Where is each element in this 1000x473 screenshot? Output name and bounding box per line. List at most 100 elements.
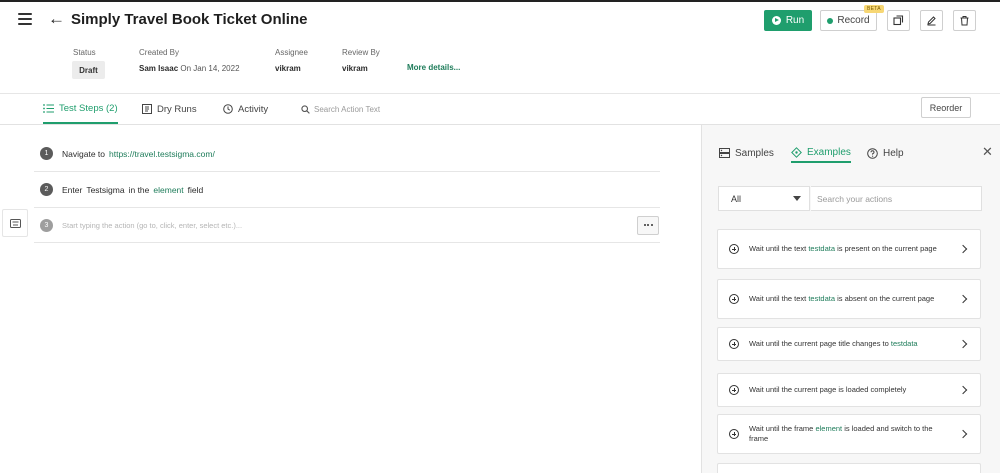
search-action-text[interactable]: Search Action Text (301, 94, 380, 124)
tab-dry-runs-label: Dry Runs (157, 103, 197, 115)
edit-button[interactable] (920, 10, 943, 31)
step-action: Enter (62, 184, 83, 195)
category-filter-value: All (731, 193, 742, 204)
chevron-right-icon (958, 429, 968, 439)
record-button[interactable]: Record (820, 10, 877, 31)
created-by-label: Created By (139, 48, 180, 57)
test-step[interactable]: 1 Navigate to https://travel.testsigma.c… (34, 136, 660, 172)
tab-examples-label: Examples (807, 146, 851, 158)
tab-help-label: Help (883, 147, 904, 159)
trash-icon (960, 16, 969, 26)
more-details-link[interactable]: More details... (407, 63, 460, 72)
test-step[interactable]: 2 Enter Testsigma in the element field (34, 172, 660, 208)
add-circle-icon (729, 339, 739, 349)
menu-icon[interactable] (18, 13, 32, 25)
record-label: Record (837, 15, 870, 26)
chevron-right-icon (958, 385, 968, 395)
example-text: Wait until the frame element is loaded a… (749, 424, 960, 445)
copy-icon (893, 15, 904, 26)
run-button[interactable]: Run (764, 10, 812, 31)
example-text: Wait until the text testdata is present … (749, 244, 960, 255)
chevron-right-icon (958, 244, 968, 254)
pencil-icon (927, 16, 936, 26)
step-suffix: field (187, 184, 204, 195)
add-circle-icon (729, 244, 739, 254)
example-text-part: Wait until the text (749, 293, 807, 303)
example-text-part: Wait until the text (749, 243, 807, 253)
step-number: 1 (40, 147, 53, 160)
step-panel-toggle[interactable] (2, 209, 28, 237)
example-placeholder: testdata (808, 293, 836, 303)
samples-icon (719, 148, 730, 158)
example-text-part: Wait until the current page is loaded co… (749, 384, 907, 394)
tab-test-steps[interactable]: Test Steps (2) (43, 94, 118, 124)
close-icon[interactable]: ✕ (982, 144, 993, 160)
search-action-placeholder: Search Action Text (314, 104, 381, 114)
status-label: Status (73, 48, 96, 57)
reorder-button[interactable]: Reorder (921, 97, 971, 118)
example-text-part: Wait until the current page title change… (749, 338, 889, 348)
examples-panel: Samples Examples Help ✕ All Wait until t… (701, 125, 1000, 473)
assignee-value: vikram (275, 64, 301, 73)
review-by-label: Review By (342, 48, 380, 57)
new-step-input[interactable] (62, 220, 637, 230)
step-url[interactable]: https://travel.testsigma.com/ (109, 149, 215, 159)
creator-name: Sam Isaac (139, 64, 179, 73)
example-text-part: is absent on the current page (837, 293, 935, 303)
status-badge: Draft (72, 61, 105, 79)
tab-help[interactable]: Help (867, 143, 904, 163)
step-element[interactable]: element (153, 185, 183, 195)
duplicate-button[interactable] (887, 10, 910, 31)
beta-badge: BETA (864, 5, 884, 13)
step-action: Navigate to (62, 148, 105, 159)
step-test-data: Testsigma (86, 184, 125, 195)
add-circle-icon (729, 385, 739, 395)
example-text-part: Wait until the frame (749, 423, 814, 433)
tab-dry-runs[interactable]: Dry Runs (142, 94, 197, 124)
example-action-card[interactable]: Wait until the text testdata is absent o… (717, 279, 981, 319)
example-action-card[interactable]: Wait until the text testdata is present … (717, 229, 981, 269)
search-icon (301, 104, 310, 114)
tab-samples-label: Samples (735, 147, 774, 159)
example-action-card[interactable]: Wait until the current page title change… (717, 327, 981, 361)
list-icon (43, 103, 54, 113)
delete-button[interactable] (953, 10, 976, 31)
clock-icon (223, 104, 233, 114)
run-label: Run (785, 15, 805, 26)
example-placeholder: testdata (890, 338, 918, 348)
back-arrow-icon[interactable]: ← (48, 9, 65, 29)
new-step-row: 3 (34, 208, 660, 243)
examples-diamond-icon (791, 146, 802, 158)
assignee-label: Assignee (275, 48, 308, 57)
example-text: Wait until the text testdata is absent o… (749, 294, 960, 305)
category-filter-select[interactable]: All (718, 186, 810, 211)
tab-activity[interactable]: Activity (223, 94, 268, 124)
created-date: On Jan 14, 2022 (180, 64, 240, 73)
example-action-card[interactable] (717, 463, 981, 473)
play-icon (771, 16, 781, 25)
more-options-button[interactable] (637, 215, 659, 235)
tab-examples[interactable]: Examples (791, 143, 851, 163)
step-connector: in the (128, 184, 150, 195)
example-action-card[interactable]: Wait until the frame element is loaded a… (717, 414, 981, 454)
chevron-right-icon (958, 339, 968, 349)
help-icon (867, 147, 878, 159)
record-dot-icon (827, 17, 834, 24)
created-by-value: Sam Isaac On Jan 14, 2022 (139, 64, 240, 73)
step-number: 3 (40, 218, 53, 232)
caret-down-icon (793, 196, 801, 201)
search-actions-input[interactable] (811, 186, 982, 211)
example-text-part: is present on the current page (837, 243, 937, 253)
page-title: Simply Travel Book Ticket Online (71, 11, 308, 28)
tab-test-steps-label: Test Steps (2) (59, 102, 118, 114)
example-action-card[interactable]: Wait until the current page is loaded co… (717, 373, 981, 407)
step-number: 2 (40, 183, 53, 196)
add-circle-icon (729, 294, 739, 304)
reviewer-value: vikram (342, 64, 368, 73)
example-placeholder: element (815, 423, 843, 433)
add-circle-icon (729, 429, 739, 439)
chevron-right-icon (958, 294, 968, 304)
tab-samples[interactable]: Samples (719, 143, 774, 163)
tabs-bar: Test Steps (2) Dry Runs Activity Search … (0, 94, 1000, 125)
keyboard-icon (9, 218, 21, 228)
